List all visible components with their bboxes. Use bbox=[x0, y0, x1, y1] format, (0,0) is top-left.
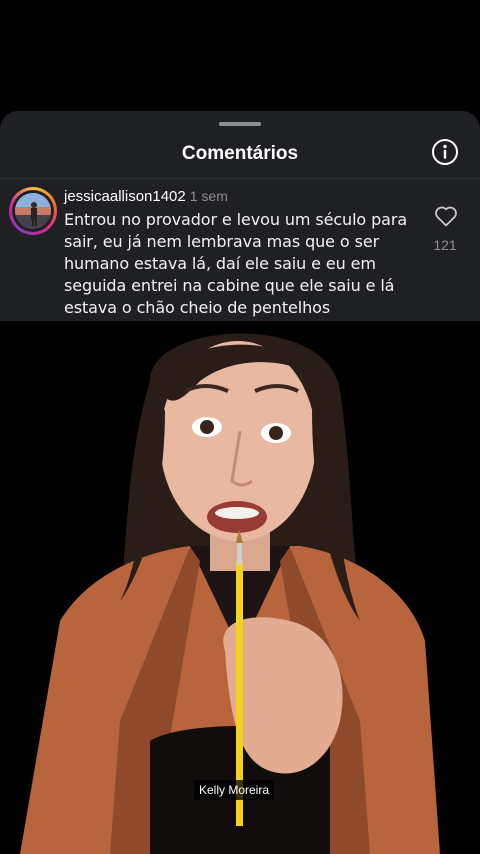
comment-header: jessicaallison1402 1 sem bbox=[64, 188, 228, 206]
sheet-title: Comentários bbox=[181, 143, 299, 164]
info-icon[interactable] bbox=[431, 138, 459, 166]
heart-outline-icon[interactable] bbox=[434, 205, 458, 227]
avatar-ring-gap bbox=[12, 190, 54, 232]
sheet-divider bbox=[0, 178, 480, 179]
video-frame bbox=[20, 333, 440, 854]
avatar[interactable] bbox=[9, 187, 57, 235]
sheet-drag-handle[interactable] bbox=[219, 122, 261, 126]
screen: Comentários jessicaallison1402 1 sem Ent… bbox=[0, 0, 480, 854]
video-name-label: Kelly Moreira bbox=[194, 780, 275, 800]
avatar-photo bbox=[15, 193, 51, 229]
comment-text: Entrou no provador e levou um século par… bbox=[64, 210, 408, 317]
comment-username[interactable]: jessicaallison1402 bbox=[64, 188, 186, 205]
video-player[interactable] bbox=[0, 321, 480, 854]
like-count: 121 bbox=[433, 237, 457, 253]
comment-timestamp: 1 sem bbox=[189, 188, 228, 204]
